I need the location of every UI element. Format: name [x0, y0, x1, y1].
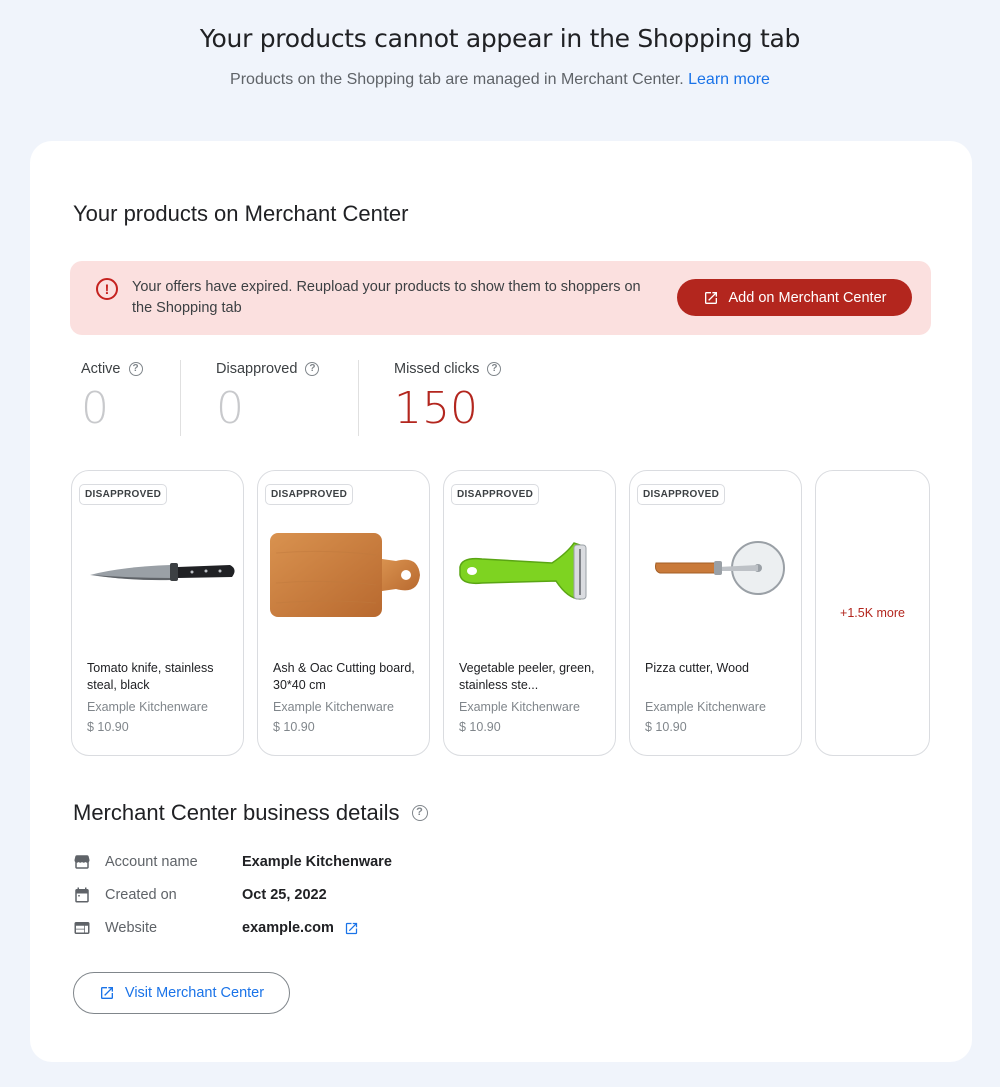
visit-merchant-center-button[interactable]: Visit Merchant Center	[73, 972, 290, 1014]
stat-label: Active	[81, 361, 121, 377]
add-button-label: Add on Merchant Center	[728, 289, 887, 306]
help-icon[interactable]: ?	[411, 805, 428, 821]
product-price: $ 10.90	[273, 720, 315, 734]
product-price: $ 10.90	[459, 720, 501, 734]
product-price: $ 10.90	[645, 720, 687, 734]
page-subtitle: Products on the Shopping tab are managed…	[0, 71, 1000, 89]
learn-more-link[interactable]: Learn more	[688, 71, 770, 88]
calendar-icon	[75, 887, 89, 903]
stat-active: Active? 0	[81, 361, 143, 434]
alert-message: Your offers have expired. Reupload your …	[132, 279, 641, 316]
product-name: Vegetable peeler, green, stainless ste..…	[459, 661, 595, 692]
knife-image	[90, 563, 235, 581]
status-badge: DISAPPROVED	[265, 484, 354, 505]
stat-value: 0	[81, 383, 109, 434]
business-details-title: Merchant Center business details ?	[73, 800, 428, 826]
product-price: $ 10.90	[87, 720, 129, 734]
help-icon[interactable]: ?	[487, 362, 502, 376]
product-store: Example Kitchenware	[87, 700, 208, 714]
product-name: Tomato knife, stainless steal, black	[87, 661, 214, 692]
more-products-card[interactable]: +1.5K more	[815, 470, 930, 756]
product-card[interactable]: DISAPPROVED Tomato knife, stainless stea…	[71, 470, 244, 756]
detail-value: Example Kitchenware	[242, 854, 392, 870]
stat-label: Missed clicks	[394, 361, 480, 377]
product-card[interactable]: DISAPPROVED Vegetable peeler, green, sta…	[443, 470, 616, 756]
product-card[interactable]: DISAPPROVED Ash & Oac Cutting board, 30*…	[257, 470, 430, 756]
detail-row-created: Created on Oct 25, 2022	[73, 885, 327, 905]
page-title: Your products cannot appear in the Shopp…	[199, 24, 801, 53]
visit-button-label: Visit Merchant Center	[124, 985, 265, 1001]
status-badge: DISAPPROVED	[79, 484, 168, 505]
stat-divider	[180, 360, 181, 436]
store-icon	[74, 855, 90, 869]
detail-label: Website	[105, 920, 158, 936]
product-store: Example Kitchenware	[645, 700, 766, 714]
subtitle-text: Products on the Shopping tab are managed…	[230, 71, 684, 88]
open-in-new-icon	[704, 291, 717, 304]
stat-missed-clicks: Missed clicks? 150	[394, 361, 502, 434]
stat-disapproved: Disapproved? 0	[216, 361, 320, 434]
web-icon	[74, 922, 90, 934]
peeler-image	[459, 542, 587, 600]
open-in-new-icon[interactable]	[344, 921, 359, 936]
detail-label: Account name	[105, 854, 198, 870]
detail-value: Oct 25, 2022	[242, 887, 327, 903]
product-name: Pizza cutter, Wood	[645, 661, 749, 675]
status-badge: DISAPPROVED	[451, 484, 540, 505]
products-section-title: Your products on Merchant Center	[73, 201, 409, 226]
add-on-merchant-center-button[interactable]: Add on Merchant Center	[677, 279, 912, 316]
detail-row-account: Account name Example Kitchenware	[73, 852, 392, 872]
stat-value: 0	[216, 383, 244, 434]
help-icon[interactable]: ?	[305, 362, 320, 376]
help-icon[interactable]: ?	[128, 362, 143, 376]
open-in-new-icon	[100, 987, 113, 999]
detail-label: Created on	[105, 887, 177, 903]
error-icon: !	[96, 278, 118, 300]
more-products-label: +1.5K more	[840, 606, 905, 620]
detail-row-website: Website example.com	[73, 918, 359, 938]
product-store: Example Kitchenware	[459, 700, 580, 714]
cutting-board-image	[270, 533, 420, 617]
expired-alert: ! Your offers have expired. Reupload you…	[70, 261, 931, 335]
pizza-cutter-image	[655, 541, 785, 595]
details-title-text: Merchant Center business details	[73, 800, 400, 825]
product-card[interactable]: DISAPPROVED Pizza cutter, Wood Example K…	[629, 470, 802, 756]
status-badge: DISAPPROVED	[637, 484, 726, 505]
stat-divider	[358, 360, 359, 436]
stat-label: Disapproved	[216, 361, 298, 377]
product-name: Ash & Oac Cutting board, 30*40 cm	[273, 661, 415, 692]
merchant-card: Your products on Merchant Center ! Your …	[30, 141, 972, 1062]
website-link[interactable]: example.com	[242, 920, 334, 936]
product-store: Example Kitchenware	[273, 700, 394, 714]
stat-value: 150	[394, 383, 478, 434]
